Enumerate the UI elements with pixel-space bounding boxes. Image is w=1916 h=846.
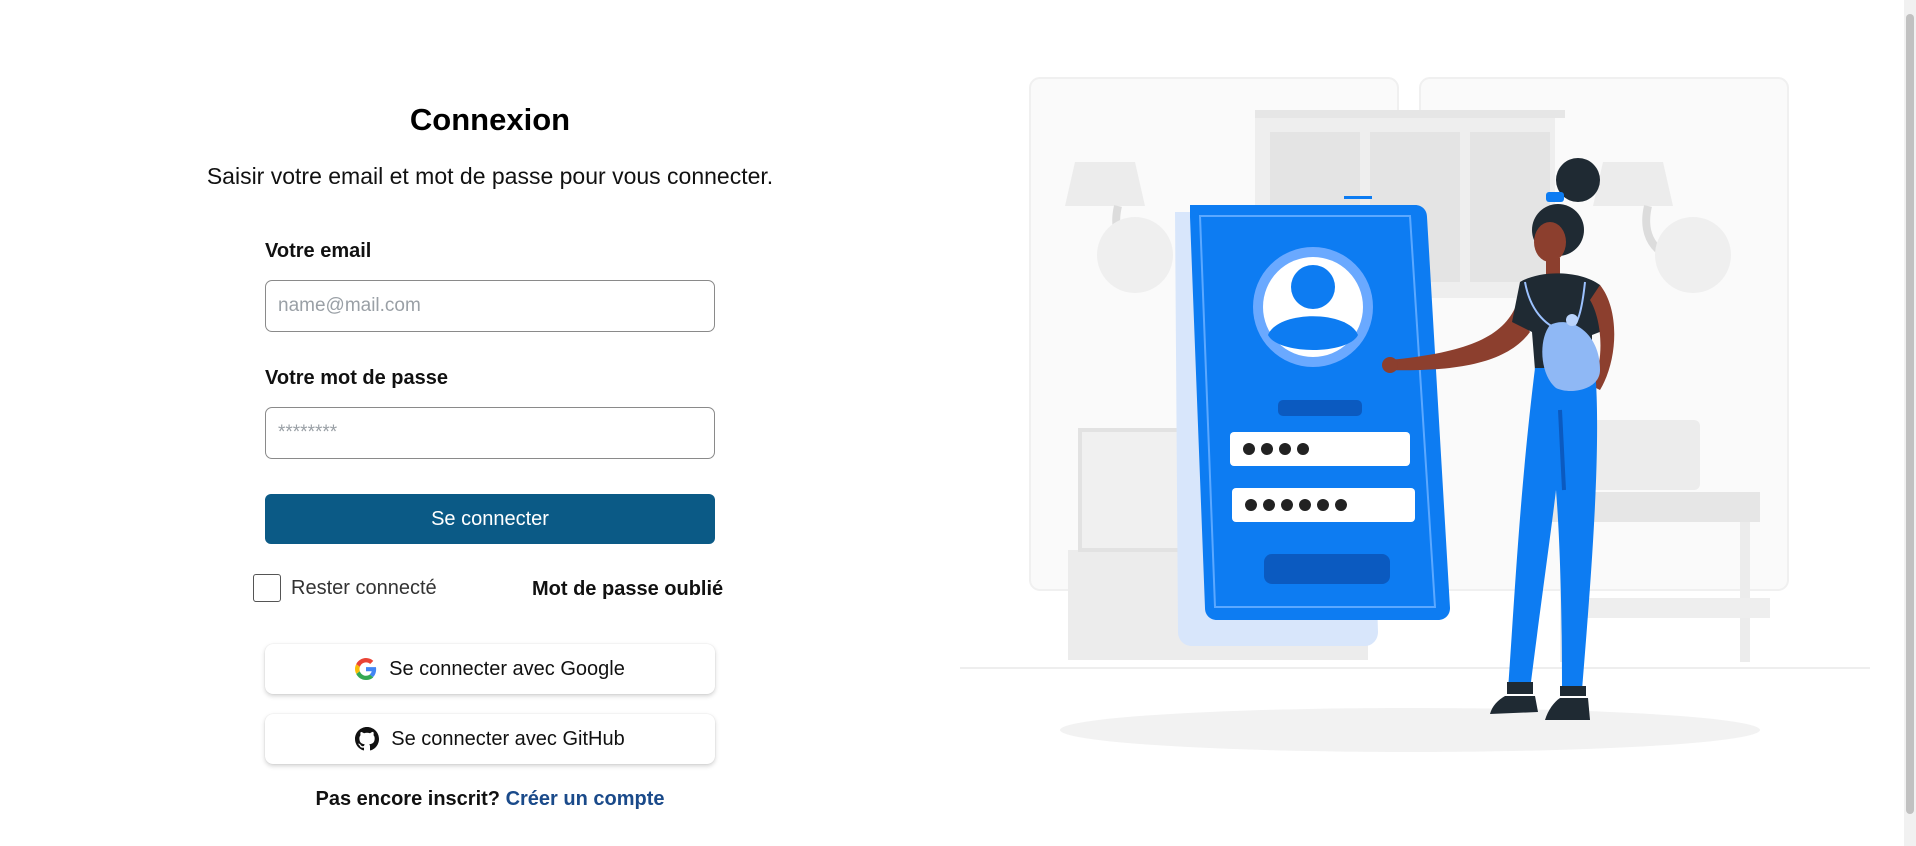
github-icon [355, 727, 380, 751]
create-account-link[interactable]: Créer un compte [506, 788, 665, 810]
google-login-button[interactable]: Se connecter avec Google [265, 644, 715, 694]
page-subtitle: Saisir votre email et mot de passe pour … [206, 163, 774, 189]
remember-label: Rester connecté [291, 576, 437, 599]
remember-me[interactable]: Rester connecté [253, 574, 437, 602]
login-form: Connexion Saisir votre email et mot de p… [0, 0, 980, 846]
signup-question: Pas encore inscrit? [315, 788, 501, 810]
github-login-button[interactable]: Se connecter avec GitHub [265, 714, 715, 764]
google-icon [355, 658, 377, 680]
email-label: Votre email [265, 240, 372, 262]
password-label: Votre mot de passe [265, 367, 449, 389]
scrollbar-thumb[interactable] [1906, 14, 1914, 814]
github-login-label: Se connecter avec GitHub [391, 727, 625, 750]
email-field[interactable] [265, 280, 715, 332]
scrollbar-track[interactable] [1904, 0, 1916, 846]
remember-checkbox[interactable] [253, 574, 281, 602]
signup-prompt: Pas encore inscrit? Créer un compte [0, 788, 980, 811]
forgot-password-link[interactable]: Mot de passe oublié [532, 578, 723, 601]
page-title: Connexion [409, 102, 571, 137]
password-field[interactable] [265, 407, 715, 459]
login-illustration [960, 77, 1870, 752]
google-login-label: Se connecter avec Google [389, 657, 625, 680]
login-button[interactable]: Se connecter [265, 494, 715, 544]
